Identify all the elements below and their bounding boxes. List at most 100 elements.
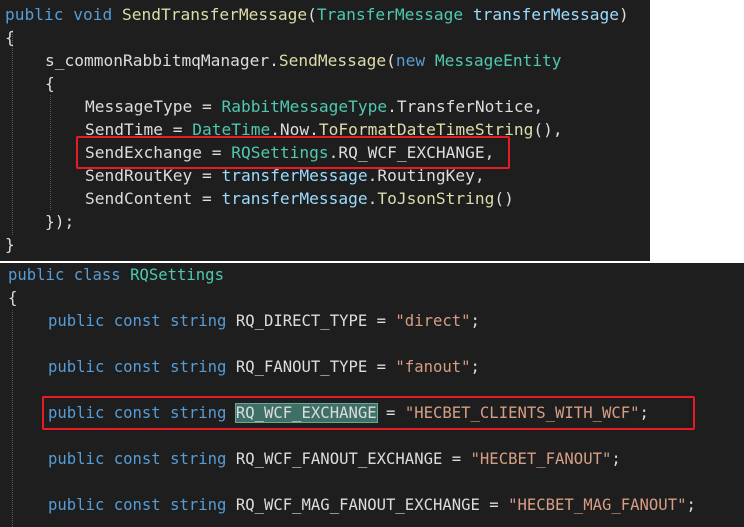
keyword: class [73, 266, 121, 284]
indent-guide [50, 95, 51, 210]
punctuation: () [494, 189, 514, 208]
keyword: const [113, 496, 161, 514]
keyword: string [170, 404, 227, 422]
method-name: SendTransferMessage [121, 5, 308, 24]
string-literal: "direct" [395, 312, 471, 330]
type-name: RabbitMessageType [221, 97, 388, 116]
code-line-const-fanout-type: public const string RQ_FANOUT_TYPE = "fa… [48, 356, 480, 379]
punctuation: ; [639, 404, 649, 422]
operator: = [162, 120, 193, 139]
code-line-const-wcf-fanout-exchange: public const string RQ_WCF_FANOUT_EXCHAN… [48, 448, 621, 471]
brace: { [5, 28, 15, 47]
code-line-brace: { [5, 26, 15, 49]
parameter-name: transferMessage [221, 189, 368, 208]
property-name: MessageType [85, 97, 193, 116]
string-literal: "HECBET_MAG_FANOUT" [508, 496, 687, 514]
constant-name: RQ_DIRECT_TYPE [235, 312, 368, 330]
string-literal: "fanout" [395, 358, 471, 376]
brace: } [5, 235, 15, 254]
code-line-const-wcf-mag-fanout-exchange: public const string RQ_WCF_MAG_FANOUT_EX… [48, 494, 696, 517]
keyword: public [48, 404, 105, 422]
parameter-name: transferMessage [221, 166, 368, 185]
operator: = [479, 496, 509, 514]
indent-guide [12, 310, 13, 527]
keyword: public [5, 5, 64, 24]
property-name: SendRoutKey [85, 166, 193, 185]
method-name: ToJsonString [377, 189, 495, 208]
operator: = [376, 404, 405, 422]
brace: { [45, 74, 55, 93]
type-name: TransferMessage [316, 5, 464, 24]
code-line-brace: } [5, 233, 15, 256]
punctuation: (), [533, 120, 563, 139]
operator: = [442, 450, 471, 468]
keyword: string [170, 496, 227, 514]
punctuation: . [367, 189, 378, 208]
code-line-brace: { [45, 72, 55, 95]
operator: = [192, 189, 222, 208]
property-name: SendExchange [85, 143, 202, 162]
keyword: string [170, 358, 227, 376]
selected-constant-name[interactable]: RQ_WCF_EXCHANGE [234, 403, 378, 423]
parameter-name: transferMessage [472, 5, 620, 24]
string-literal: "HECBET_FANOUT" [470, 450, 612, 468]
method-name: SendMessage [278, 51, 387, 70]
keyword: const [113, 358, 161, 376]
code-line-send-content: SendContent = transferMessage.ToJsonStri… [85, 187, 514, 210]
code-line-const-direct-type: public const string RQ_DIRECT_TYPE = "di… [48, 310, 480, 333]
keyword: public [48, 450, 105, 468]
code-line-message-type: MessageType = RabbitMessageType.Transfer… [85, 95, 543, 118]
constant-name: RQ_WCF_MAG_FANOUT_EXCHANGE [235, 496, 480, 514]
punctuation: ) [619, 5, 629, 24]
member-access: .Now. [270, 120, 319, 139]
code-line-const-wcf-exchange: public const string RQ_WCF_EXCHANGE = "H… [48, 402, 649, 425]
keyword: const [113, 312, 161, 330]
code-line-send-message-call: s_commonRabbitmqManager.SendMessage(new … [45, 49, 562, 72]
object-ref: s_commonRabbitmqManager. [45, 51, 279, 70]
keyword: public [48, 312, 105, 330]
punctuation: ; [470, 312, 480, 330]
keyword: void [73, 5, 113, 24]
code-line-close-call: }); [45, 210, 74, 233]
code-editor-bottom: public class RQSettings { public const s… [0, 263, 744, 527]
punctuation: ; [470, 358, 480, 376]
indent-guide [12, 30, 13, 235]
code-editor-top: public void SendTransferMessage(Transfer… [0, 0, 650, 261]
code-line-method-signature: public void SendTransferMessage(Transfer… [5, 3, 629, 26]
member-access: .RoutingKey, [367, 166, 485, 185]
punctuation: ( [386, 51, 396, 70]
operator: = [201, 143, 232, 162]
string-literal: "HECBET_CLIENTS_WITH_WCF" [404, 404, 640, 422]
member-access: .TransferNotice, [387, 97, 544, 116]
keyword: string [170, 450, 227, 468]
type-name: MessageEntity [434, 51, 562, 70]
keyword: const [113, 450, 161, 468]
keyword: public [48, 496, 105, 514]
property-name: SendContent [85, 189, 193, 208]
constant-name: RQ_FANOUT_TYPE [235, 358, 368, 376]
keyword: public [48, 358, 105, 376]
keyword: const [113, 404, 161, 422]
brace: { [8, 289, 18, 307]
operator: = [192, 97, 222, 116]
operator: = [192, 166, 222, 185]
punctuation: ; [686, 496, 696, 514]
operator: = [367, 312, 396, 330]
type-name: RQSettings [231, 143, 329, 162]
punctuation: ( [307, 5, 317, 24]
property-name: SendTime [85, 120, 163, 139]
type-name: DateTime [192, 120, 271, 139]
keyword: new [395, 51, 426, 70]
code-line-brace: { [8, 287, 17, 310]
code-line-send-rout-key: SendRoutKey = transferMessage.RoutingKey… [85, 164, 485, 187]
method-name: ToFormatDateTimeString [318, 120, 534, 139]
operator: = [367, 358, 396, 376]
punctuation: }); [45, 212, 75, 231]
punctuation: ; [611, 450, 621, 468]
constant-name: RQ_WCF_FANOUT_EXCHANGE [235, 450, 443, 468]
code-line-send-exchange: SendExchange = RQSettings.RQ_WCF_EXCHANG… [85, 141, 494, 164]
type-name: RQSettings [130, 266, 224, 284]
member-access: .RQ_WCF_EXCHANGE, [328, 143, 495, 162]
code-line-send-time: SendTime = DateTime.Now.ToFormatDateTime… [85, 118, 563, 141]
code-line-class-declaration: public class RQSettings [8, 264, 224, 287]
